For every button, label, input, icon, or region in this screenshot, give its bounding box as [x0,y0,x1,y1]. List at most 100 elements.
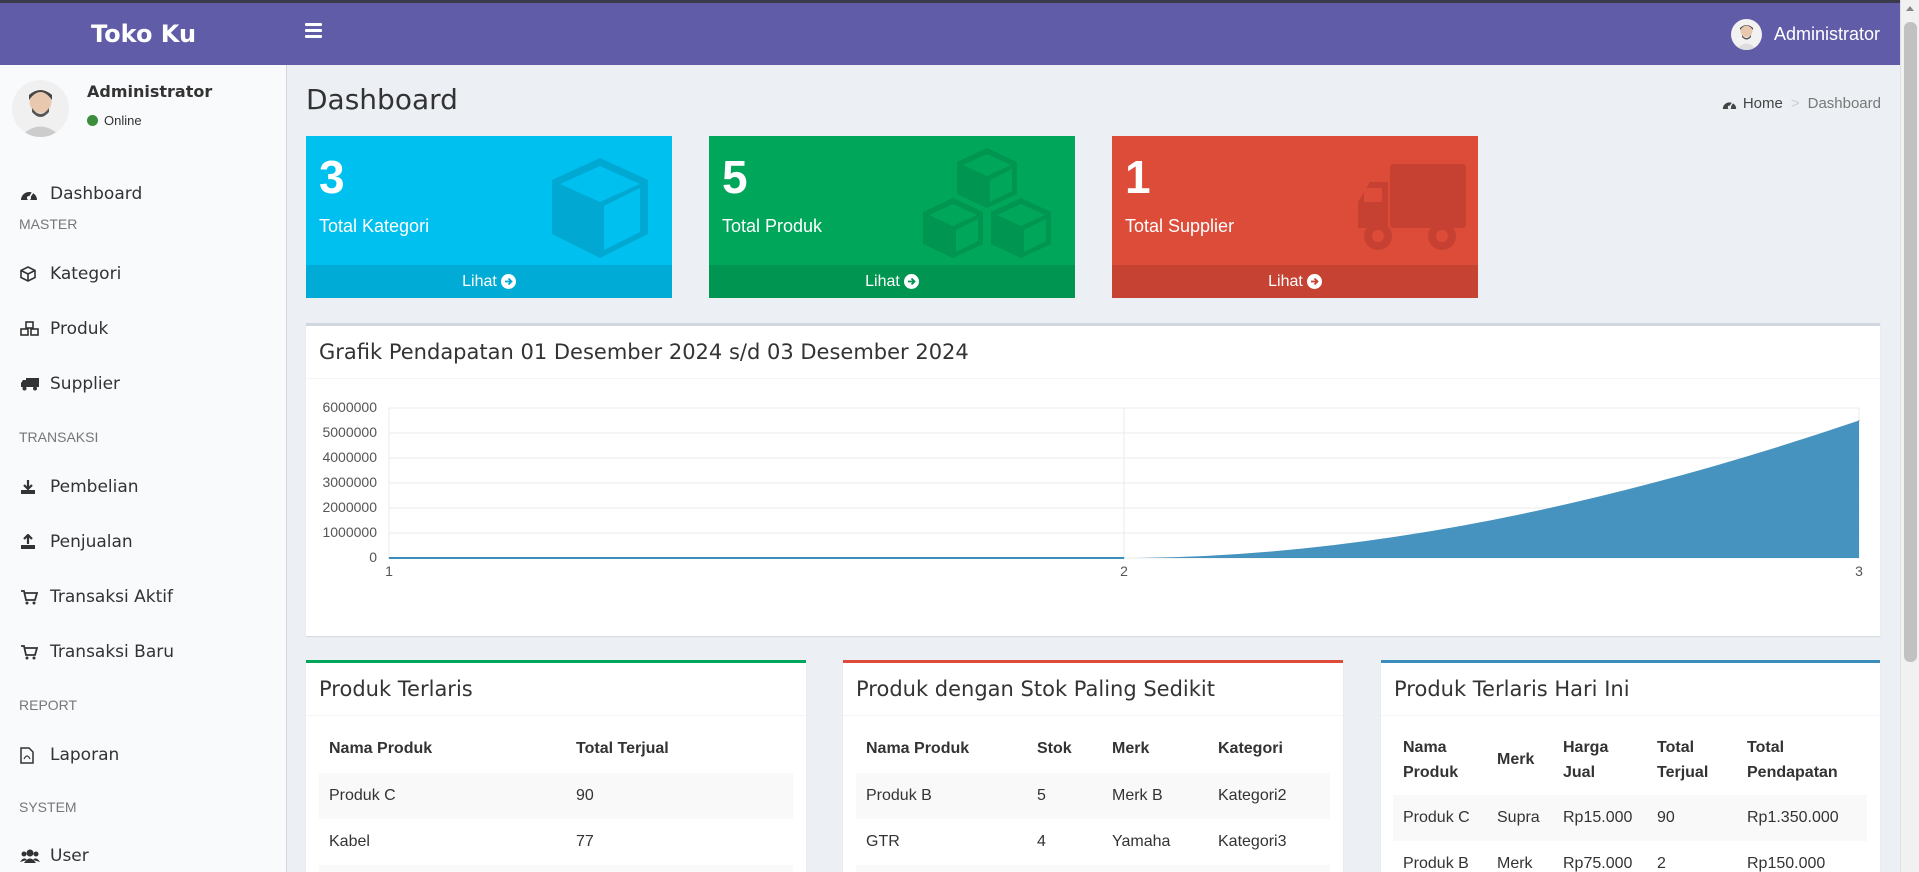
sidebar-item-produk[interactable]: Produk [0,309,286,349]
column-header: Kategori [1218,740,1283,757]
data-table: Nama Produk Total Terjual Produk C 90 Ka… [319,725,793,872]
column-header: Harga Jual [1563,739,1609,781]
cube-icon [552,158,648,258]
stat-more-link[interactable]: Lihat [306,265,672,298]
y-tick-label: 4000000 [322,449,377,465]
sidebar-toggle-icon[interactable] [305,23,322,41]
sidebar-user-name: Administrator [87,82,213,101]
menu-header-master: MASTER [19,216,78,232]
box-title: Produk dengan Stok Paling Sedikit [856,677,1215,701]
column-header: Nama Produk [329,740,433,757]
scroll-up-arrow-icon[interactable] [1906,6,1914,11]
data-table: Nama Produk Merk Harga Jual Total Terjua… [1393,725,1867,872]
sidebar-item-label: Transaksi Baru [50,642,175,662]
sidebar-item-label: Penjualan [50,532,133,552]
y-tick-label: 5000000 [322,424,377,440]
cube-icon [20,265,42,283]
stat-link-label: Lihat [865,273,900,290]
y-tick-label: 6000000 [322,399,377,415]
sidebar-item-laporan[interactable]: Laporan [0,735,286,775]
y-tick-label: 1000000 [322,524,377,540]
column-header: Total Pendapatan [1747,739,1838,781]
sidebar-item-dashboard[interactable]: Dashboard [0,174,286,214]
sidebar: Administrator Online Dashboard MASTER Ka… [0,65,287,872]
chart-box: Grafik Pendapatan 01 Desember 2024 s/d 0… [306,323,1880,636]
truck-icon [1358,164,1466,250]
sidebar-item-label: User [50,846,89,866]
scrollbar-thumb[interactable] [1904,22,1917,662]
arrow-circle-right-icon [903,274,919,289]
breadcrumb: Home > Dashboard [1722,95,1881,112]
menu-header-system: SYSTEM [19,799,77,815]
stat-label: Total Kategori [319,216,430,236]
file-pdf-icon [20,746,42,764]
box-divider [306,715,806,716]
table-cell: Produk C [1393,795,1487,841]
sidebar-item-pembelian[interactable]: Pembelian [0,467,286,507]
x-tick-label: 2 [1120,563,1128,579]
stat-more-link[interactable]: Lihat [709,265,1075,298]
page-scrollbar[interactable] [1900,0,1919,872]
dashboard-icon [20,185,42,203]
page-title: Dashboard [306,83,458,116]
online-dot-icon [87,115,98,126]
box-divider [306,378,1880,379]
table-box-hari-ini: Produk Terlaris Hari Ini Nama Produk Mer… [1381,660,1880,872]
table-cell: Produk B [856,773,1027,819]
sidebar-item-label: Laporan [50,745,120,765]
x-tick-label: 3 [1855,563,1863,579]
breadcrumb-current: Dashboard [1807,95,1881,112]
sidebar-item-kategori[interactable]: Kategori [0,254,286,294]
sidebar-item-supplier[interactable]: Supplier [0,364,286,404]
online-status: Online [87,113,142,128]
table-box-stok: Produk dengan Stok Paling Sedikit Nama P… [843,660,1343,872]
sidebar-item-transaksi-baru[interactable]: Transaksi Baru [0,632,286,672]
table-cell: Kategori2 [1208,773,1330,819]
stat-link-label: Lihat [462,273,497,290]
stat-label: Total Supplier [1125,216,1235,236]
breadcrumb-home-label: Home [1742,95,1783,112]
table-row: Kabel 77 [319,819,793,865]
table-cell: Rp75.000 [1563,855,1633,872]
menu-header-report: REPORT [19,697,78,713]
stat-box-supplier: 1 Total Supplier Lihat [1112,136,1478,298]
table-cell: Kategori3 [1218,833,1287,850]
table-row: Produk B Merk Rp75.000 2 Rp150.000 [1393,841,1867,872]
table-cell: 4 [1037,833,1046,850]
sidebar-item-penjualan[interactable]: Penjualan [0,522,286,562]
arrow-circle-right-icon [500,274,516,289]
stat-more-link[interactable]: Lihat [1112,265,1478,298]
column-header: Total Terjual [576,740,669,757]
table-cell: 90 [566,773,793,819]
table-row: Produk C Supra Rp15.000 90 Rp1.350.000 [1393,795,1867,841]
table-cell: Yamaha [1112,833,1171,850]
stat-value: 3 [319,151,345,203]
table-cell: Merk [1497,855,1533,872]
y-tick-label: 0 [369,549,377,565]
cart-icon [20,643,42,661]
column-header: Merk [1112,740,1150,757]
data-table: Nama Produk Stok Merk Kategori Produk B … [856,725,1330,872]
table-cell: GTR [866,833,900,850]
users-icon [20,847,42,865]
cubes-icon [923,148,1051,258]
data-point [1858,420,1860,421]
sidebar-item-transaksi-aktif[interactable]: Transaksi Aktif [0,577,286,617]
table-cell: 5 [1027,773,1102,819]
stat-box-kategori: 3 Total Kategori Lihat [306,136,672,298]
user-name: Administrator [1773,23,1880,44]
table-cell: Rp15.000 [1553,795,1647,841]
cubes-icon [20,320,42,338]
breadcrumb-home[interactable]: Home [1722,95,1783,112]
avatar [1730,18,1762,50]
user-menu[interactable]: Administrator [1730,18,1880,50]
sidebar-item-label: Produk [50,319,109,339]
brand-logo[interactable]: Toko Ku [0,3,287,65]
sidebar-item-user[interactable]: User [0,836,286,872]
arrow-circle-right-icon [1306,274,1322,289]
sidebar-item-label: Kategori [50,264,122,284]
table-cell: 90 [1647,795,1737,841]
sidebar-item-label: Supplier [50,374,121,394]
sidebar-item-label: Dashboard [50,184,143,204]
table-cell: Merk B [1102,773,1208,819]
